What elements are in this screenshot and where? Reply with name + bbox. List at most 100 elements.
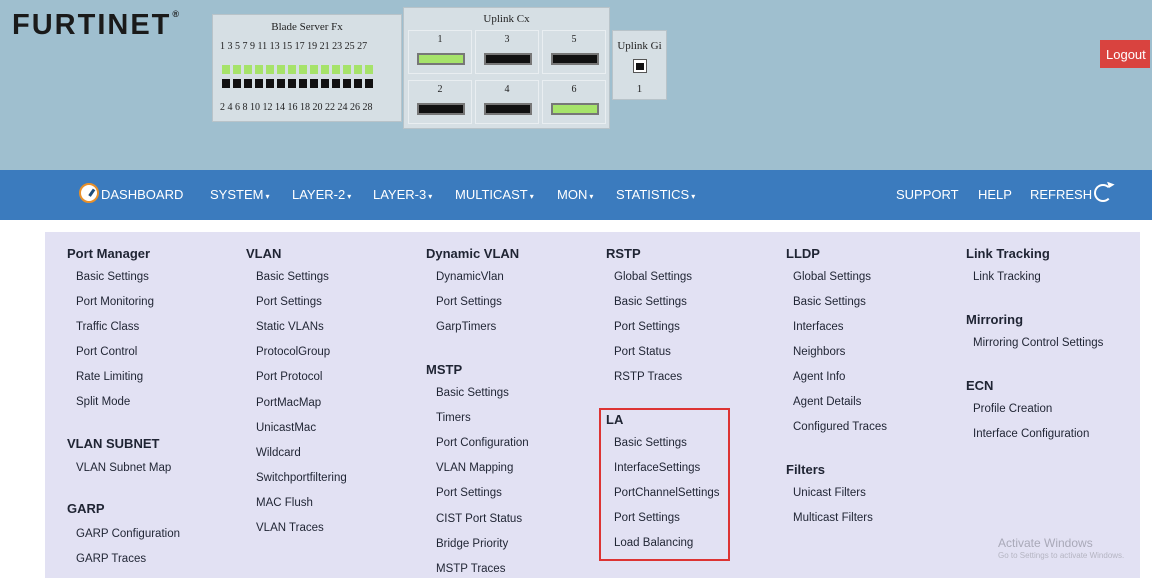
menu-item-ecn[interactable]: Profile Creation [973,403,1052,415]
nav-mon[interactable]: MON ▾ [557,187,593,202]
menu-item-vlan[interactable]: Port Protocol [256,371,322,383]
menu-item-rstp[interactable]: Port Settings [614,321,680,333]
menu-item-mstp[interactable]: Bridge Priority [436,538,508,550]
menu-item-lldp[interactable]: Global Settings [793,271,871,283]
menu-item-vlan-subnet[interactable]: VLAN Subnet Map [76,462,171,474]
menu-item-vlan[interactable]: MAC Flush [256,497,313,509]
menu-item-vlan[interactable]: Switchportfiltering [256,472,347,484]
nav-multicast[interactable]: MULTICAST ▾ [455,187,534,202]
menu-item-mirroring[interactable]: Mirroring Control Settings [973,337,1103,349]
menu-item-mstp[interactable]: Timers [436,412,471,424]
menu-item-lldp[interactable]: Basic Settings [793,296,866,308]
refresh-icon[interactable] [1094,184,1112,202]
nav-system[interactable]: SYSTEM ▾ [210,187,269,202]
blade-port-led[interactable] [365,65,373,74]
menu-item-mstp[interactable]: MSTP Traces [436,563,505,575]
ethernet-port-icon[interactable] [633,59,647,73]
menu-item-vlan[interactable]: Basic Settings [256,271,329,283]
menu-item-lldp[interactable]: Configured Traces [793,421,887,433]
menu-item-mstp[interactable]: CIST Port Status [436,513,522,525]
menu-item-garp[interactable]: GARP Traces [76,553,146,565]
activate-windows-title: Activate Windows [998,536,1093,550]
blade-port-led[interactable] [321,65,329,74]
uplink-cx-port[interactable]: 6 [542,80,606,124]
menu-item-port-manager[interactable]: Traffic Class [76,321,139,333]
blade-port-led[interactable] [222,79,230,88]
menu-item-vlan[interactable]: VLAN Traces [256,522,324,534]
menu-item-lldp[interactable]: Agent Info [793,371,845,383]
menu-item-vlan[interactable]: ProtocolGroup [256,346,330,358]
blade-port-led[interactable] [266,65,274,74]
menu-item-rstp[interactable]: RSTP Traces [614,371,682,383]
uplink-cx-port[interactable]: 2 [408,80,472,124]
blade-port-led[interactable] [255,65,263,74]
menu-section-title-mstp: MSTP [426,362,463,377]
nav-layer-3[interactable]: LAYER-3 ▾ [373,187,432,202]
blade-port-led[interactable] [343,65,351,74]
menu-item-vlan[interactable]: UnicastMac [256,422,316,434]
nav-refresh[interactable]: REFRESH [1030,187,1092,202]
menu-item-mstp[interactable]: Port Configuration [436,437,529,449]
menu-item-rstp[interactable]: Global Settings [614,271,692,283]
nav-layer-2[interactable]: LAYER-2 ▾ [292,187,351,202]
blade-port-led[interactable] [354,79,362,88]
menu-item-link-tracking[interactable]: Link Tracking [973,271,1041,283]
nav-help[interactable]: HELP [978,187,1012,202]
blade-port-led[interactable] [277,79,285,88]
menu-item-vlan[interactable]: PortMacMap [256,397,321,409]
blade-port-led[interactable] [233,65,241,74]
blade-port-led[interactable] [310,65,318,74]
uplink-cx-port[interactable]: 5 [542,30,606,74]
menu-item-port-manager[interactable]: Port Control [76,346,137,358]
blade-port-led[interactable] [277,65,285,74]
menu-item-vlan[interactable]: Port Settings [256,296,322,308]
blade-port-led[interactable] [321,79,329,88]
menu-item-port-manager[interactable]: Basic Settings [76,271,149,283]
menu-item-lldp[interactable]: Neighbors [793,346,845,358]
menu-item-rstp[interactable]: Port Status [614,346,671,358]
logout-button[interactable]: Logout [1100,40,1150,68]
blade-port-led[interactable] [222,65,230,74]
menu-item-port-manager[interactable]: Port Monitoring [76,296,154,308]
blade-port-led[interactable] [332,65,340,74]
nav-statistics[interactable]: STATISTICS ▾ [616,187,695,202]
blade-port-led[interactable] [332,79,340,88]
blade-port-led[interactable] [299,65,307,74]
menu-item-vlan[interactable]: Static VLANs [256,321,324,333]
menu-item-rstp[interactable]: Basic Settings [614,296,687,308]
blade-port-led[interactable] [343,79,351,88]
blade-port-led[interactable] [266,79,274,88]
menu-item-filters[interactable]: Unicast Filters [793,487,866,499]
nav-support[interactable]: SUPPORT [896,187,959,202]
menu-item-filters[interactable]: Multicast Filters [793,512,873,524]
blade-port-led[interactable] [310,79,318,88]
caret-down-icon: ▾ [265,192,270,201]
blade-port-led[interactable] [244,65,252,74]
menu-item-ecn[interactable]: Interface Configuration [973,428,1089,440]
blade-port-led[interactable] [354,65,362,74]
menu-item-mstp[interactable]: Basic Settings [436,387,509,399]
blade-port-led[interactable] [288,65,296,74]
menu-item-vlan[interactable]: Wildcard [256,447,301,459]
menu-section-title-garp: GARP [67,501,105,516]
uplink-cx-port[interactable]: 4 [475,80,539,124]
menu-item-mstp[interactable]: VLAN Mapping [436,462,513,474]
menu-item-lldp[interactable]: Agent Details [793,396,861,408]
menu-item-mstp[interactable]: Port Settings [436,487,502,499]
uplink-cx-port[interactable]: 3 [475,30,539,74]
blade-port-led[interactable] [365,79,373,88]
blade-port-led[interactable] [288,79,296,88]
menu-item-dynamic-vlan[interactable]: GarpTimers [436,321,496,333]
menu-item-garp[interactable]: GARP Configuration [76,528,180,540]
menu-item-dynamic-vlan[interactable]: Port Settings [436,296,502,308]
menu-item-dynamic-vlan[interactable]: DynamicVlan [436,271,504,283]
menu-item-port-manager[interactable]: Split Mode [76,396,130,408]
uplink-cx-port[interactable]: 1 [408,30,472,74]
blade-port-led[interactable] [299,79,307,88]
blade-port-led[interactable] [255,79,263,88]
menu-item-port-manager[interactable]: Rate Limiting [76,371,143,383]
blade-port-led[interactable] [244,79,252,88]
blade-port-led[interactable] [233,79,241,88]
nav-dashboard[interactable]: DASHBOARD [101,187,183,202]
menu-item-lldp[interactable]: Interfaces [793,321,844,333]
